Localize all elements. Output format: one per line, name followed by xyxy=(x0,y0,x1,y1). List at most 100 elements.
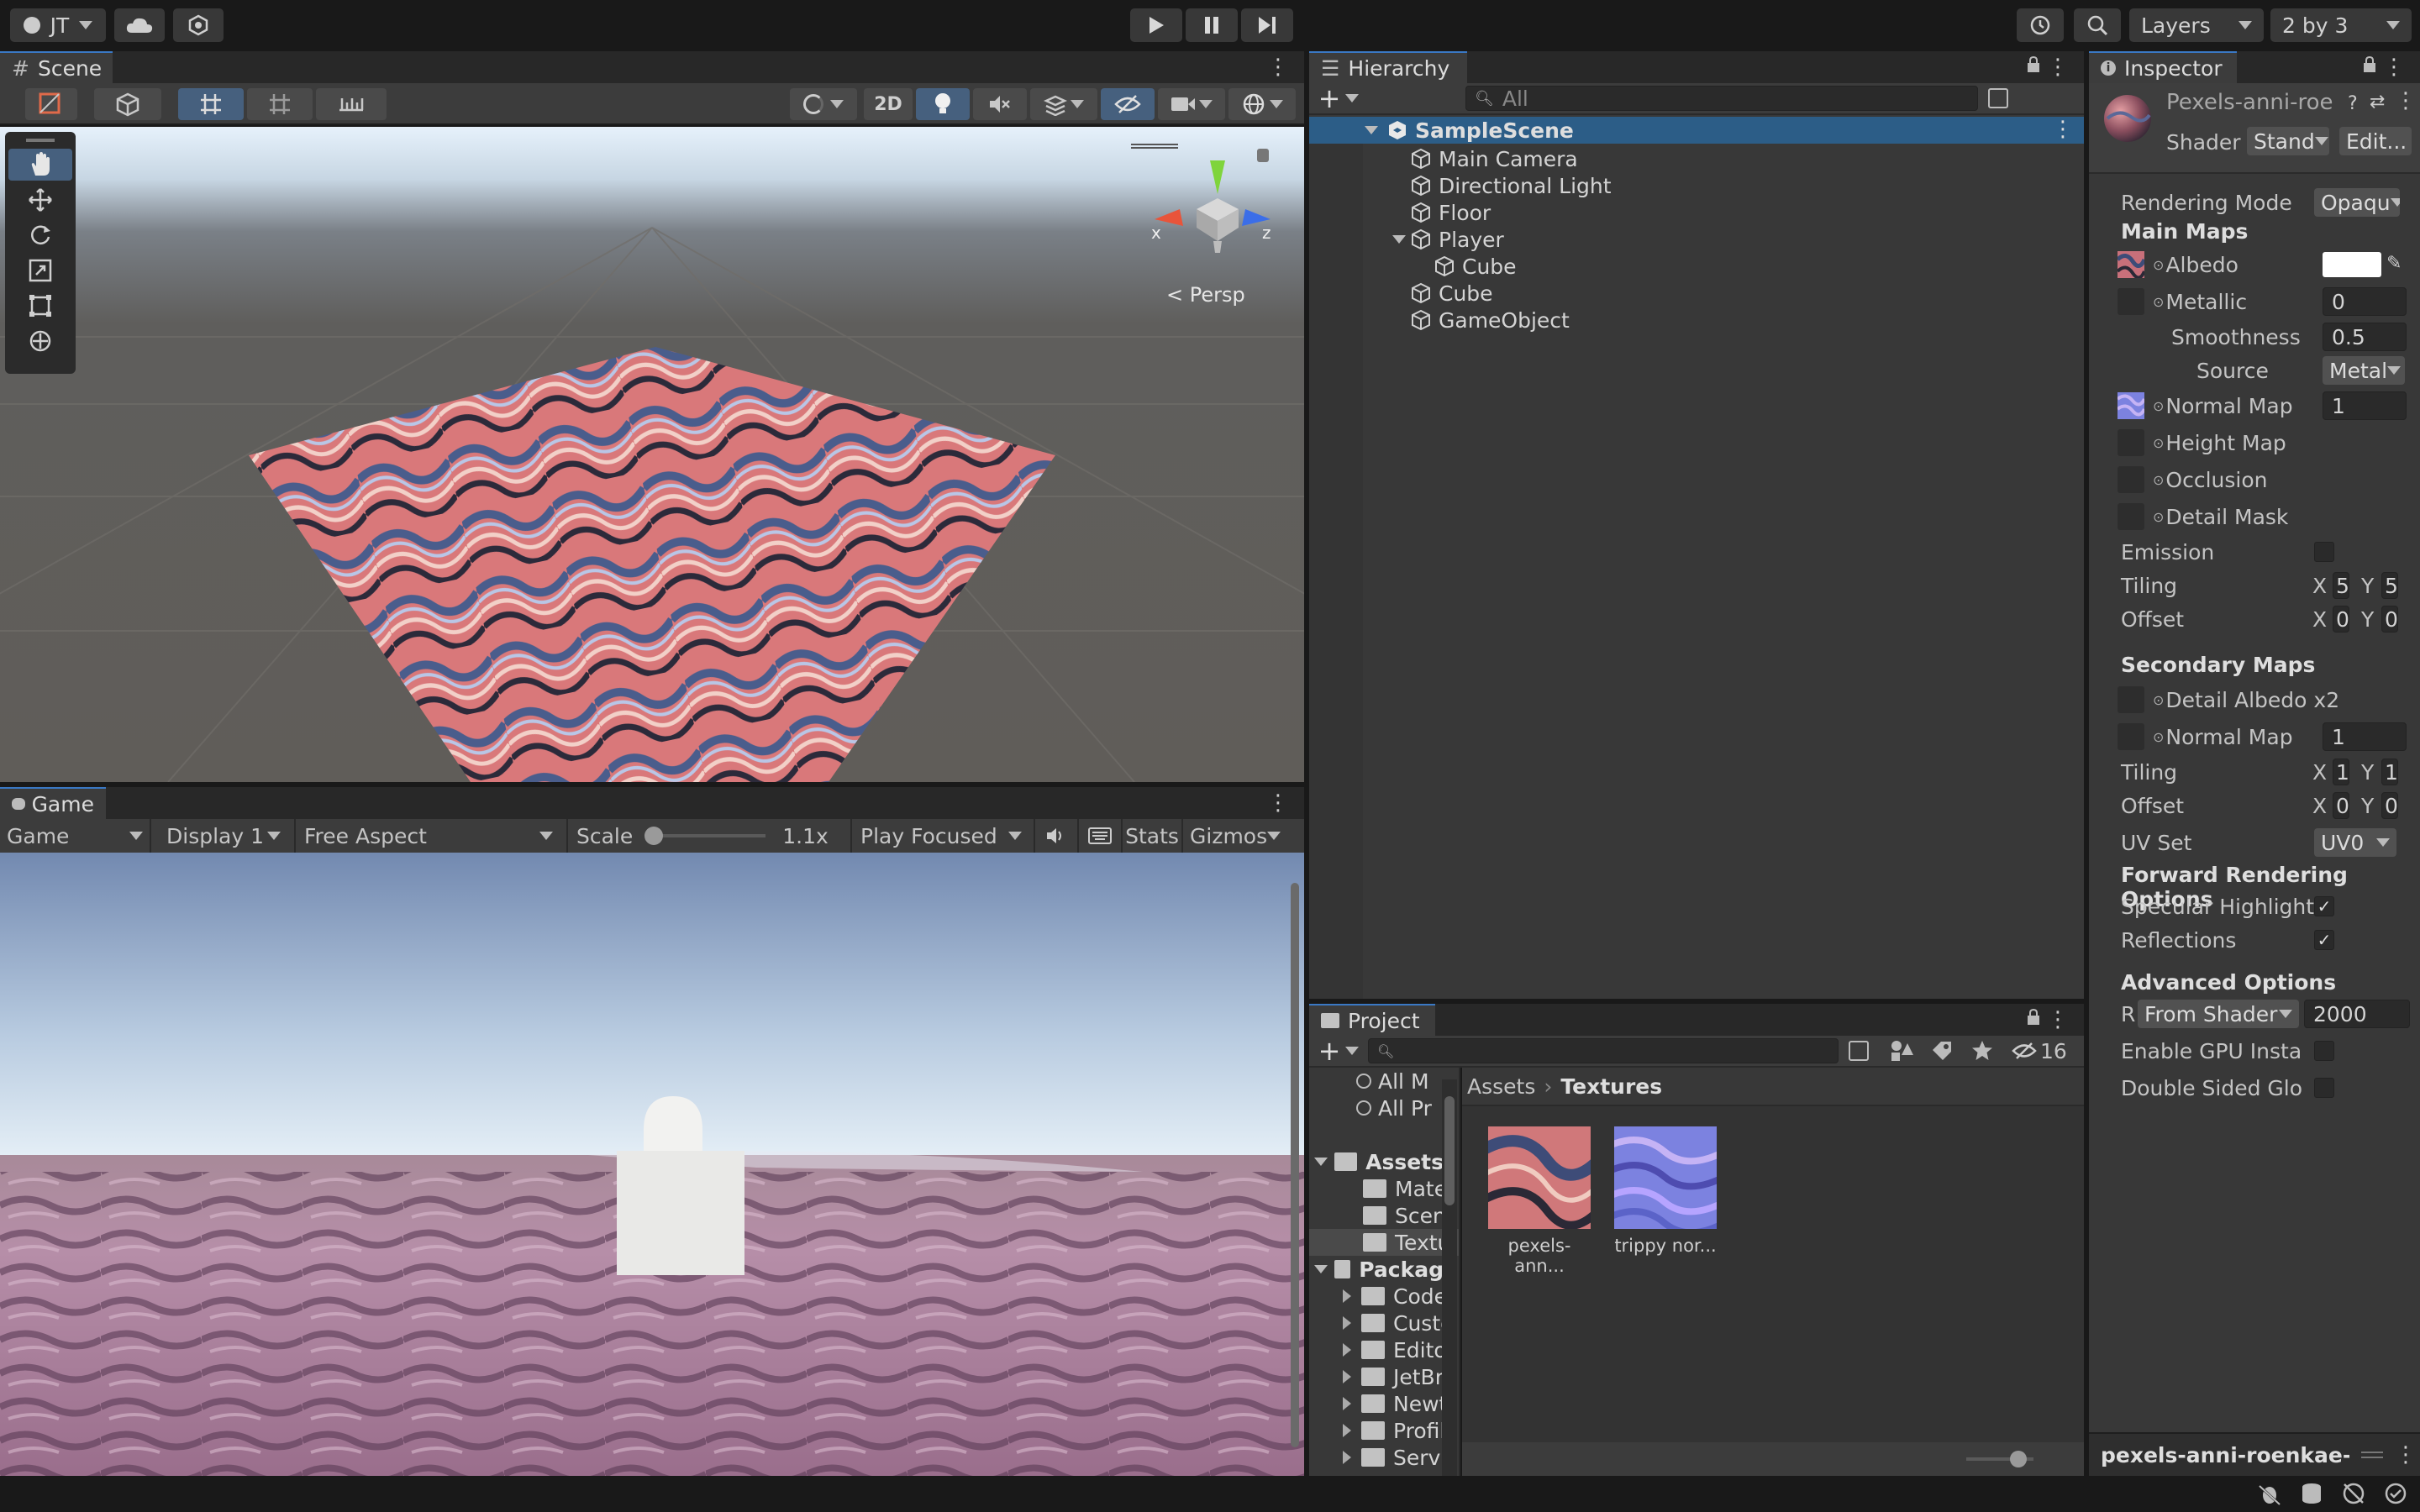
expand-arrow-icon[interactable] xyxy=(1343,1289,1351,1303)
scale-slider-thumb[interactable] xyxy=(644,827,664,845)
shading-mode-button[interactable] xyxy=(790,88,857,120)
secondary-tiling-y-field[interactable]: 1 xyxy=(2381,759,2398,785)
search-popup-icon[interactable] xyxy=(1849,1041,1869,1061)
tiling-y-field[interactable]: 5 xyxy=(2381,572,2398,599)
tree-scroll-thumb[interactable] xyxy=(1444,1096,1455,1205)
rect-tool-button[interactable] xyxy=(8,290,72,322)
secondary-normal-texture-slot[interactable] xyxy=(2118,723,2144,750)
scene-search-icon[interactable] xyxy=(1988,88,2008,108)
reflections-checkbox[interactable]: ✓ xyxy=(2314,930,2334,950)
step-button[interactable] xyxy=(1241,8,1293,42)
tree-folder-item[interactable]: Textu xyxy=(1309,1229,1459,1256)
tab-game[interactable]: Game xyxy=(0,787,106,819)
material-menu-icon[interactable]: ⋮ xyxy=(2395,88,2417,113)
render-queue-value[interactable]: 2000 xyxy=(2304,1000,2410,1028)
asset-trippy-normal[interactable]: trippy nor... xyxy=(1613,1126,1718,1256)
tree-folder-item[interactable]: Custo xyxy=(1309,1310,1459,1336)
scale-slider[interactable] xyxy=(644,827,766,845)
orientation-gizmo[interactable] xyxy=(1146,160,1281,261)
rotate-tool-button[interactable] xyxy=(8,219,72,251)
tree-folder-item[interactable]: Newt xyxy=(1309,1390,1459,1417)
hierarchy-item[interactable]: Cube xyxy=(1309,253,2084,280)
layout-dropdown[interactable]: 2 by 3 xyxy=(2270,8,2412,42)
favorite-search-item[interactable]: All Pr xyxy=(1309,1095,1459,1121)
hierarchy-add-button[interactable]: + xyxy=(1309,82,1368,114)
smoothness-value[interactable]: 0.5 xyxy=(2323,323,2407,351)
specular-highlights-checkbox[interactable]: ✓ xyxy=(2314,896,2334,916)
filter-label-button[interactable] xyxy=(1931,1040,1953,1062)
gizmo-menu-icon[interactable] xyxy=(1131,144,1178,152)
source-dropdown[interactable]: Metal xyxy=(2323,356,2405,385)
shader-dropdown[interactable]: Stand xyxy=(2247,127,2329,155)
double-sided-checkbox[interactable] xyxy=(2314,1078,2334,1098)
emission-checkbox[interactable] xyxy=(2314,542,2334,562)
draw-mode-button[interactable] xyxy=(94,88,161,120)
tree-folder-item[interactable]: Profil xyxy=(1309,1417,1459,1444)
mode-2d-button[interactable]: 2D xyxy=(864,88,913,120)
breadcrumb-textures[interactable]: Textures xyxy=(1560,1074,1662,1099)
tree-folder-item[interactable]: Servi xyxy=(1309,1444,1459,1471)
mute-audio-toggle[interactable] xyxy=(1035,819,1079,853)
albedo-color-field[interactable] xyxy=(2323,252,2381,277)
render-queue-dropdown[interactable]: From Shader xyxy=(2138,1000,2299,1028)
thumbnail-size-thumb[interactable] xyxy=(2010,1451,2027,1467)
picker-dot-icon[interactable]: ⊙ xyxy=(2153,472,2164,488)
preview-drag-handle[interactable] xyxy=(2361,1452,2383,1458)
metallic-texture-slot[interactable] xyxy=(2118,288,2144,315)
scene-menu-icon[interactable]: ⋮ xyxy=(1267,55,1289,80)
drag-handle[interactable] xyxy=(5,132,76,149)
rendering-mode-dropdown[interactable]: Opaqu xyxy=(2314,188,2400,217)
hierarchy-item[interactable]: Floor xyxy=(1309,199,2084,226)
favorite-search-item[interactable]: All M xyxy=(1309,1068,1459,1095)
expand-arrow-icon[interactable] xyxy=(1388,235,1410,244)
lighting-toggle[interactable] xyxy=(916,88,970,120)
scene-viewport[interactable]: x z < Persp xyxy=(0,127,1304,782)
scale-tool-button[interactable] xyxy=(8,255,72,286)
lock-icon[interactable] xyxy=(2363,56,2376,73)
hierarchy-item[interactable]: Player xyxy=(1309,226,2084,253)
pause-button[interactable] xyxy=(1186,8,1238,42)
expand-arrow-icon[interactable] xyxy=(1343,1370,1351,1383)
normal-map-texture-slot[interactable] xyxy=(2118,392,2144,419)
project-menu-icon[interactable]: ⋮ xyxy=(2047,1007,2069,1032)
secondary-tiling-x-field[interactable]: 1 xyxy=(2333,759,2349,785)
tiling-x-field[interactable]: 5 xyxy=(2333,572,2349,599)
effects-button[interactable] xyxy=(1030,88,1097,120)
inspector-menu-icon[interactable]: ⋮ xyxy=(2383,55,2405,80)
hidden-packages-toggle[interactable]: 16 xyxy=(2012,1039,2067,1063)
tab-scene[interactable]: # Scene xyxy=(0,51,113,83)
expand-arrow-icon[interactable] xyxy=(1314,1158,1328,1166)
secondary-offset-x-field[interactable]: 0 xyxy=(2333,792,2349,819)
game-viewport[interactable] xyxy=(0,853,1304,1476)
account-dropdown[interactable]: JT xyxy=(10,8,106,42)
tree-folder-item[interactable]: Mate xyxy=(1309,1175,1459,1202)
picker-dot-icon[interactable]: ⊙ xyxy=(2153,435,2164,451)
game-scrollbar[interactable] xyxy=(1291,883,1299,1447)
scene-row-menu-icon[interactable]: ⋮ xyxy=(2052,117,2074,142)
expand-arrow-icon[interactable] xyxy=(1343,1343,1351,1357)
display-dropdown[interactable]: Display 1 xyxy=(151,819,296,853)
picker-dot-icon[interactable]: ⊙ xyxy=(2153,257,2164,273)
collab-button[interactable] xyxy=(173,8,224,42)
expand-arrow-icon[interactable] xyxy=(1343,1316,1351,1330)
game-menu-icon[interactable]: ⋮ xyxy=(1267,790,1289,816)
secondary-offset-y-field[interactable]: 0 xyxy=(2381,792,2398,819)
hand-tool-button[interactable] xyxy=(8,149,72,181)
hierarchy-item[interactable]: GameObject xyxy=(1309,307,2084,333)
normal-map-value[interactable]: 1 xyxy=(2323,391,2407,420)
tree-folder-item[interactable]: Code xyxy=(1309,1283,1459,1310)
uv-set-dropdown[interactable]: UV0 xyxy=(2314,828,2396,857)
preset-icon[interactable]: ⇄ xyxy=(2370,92,2385,113)
gizmos-dropdown[interactable]: Gizmos xyxy=(1183,819,1281,853)
picker-dot-icon[interactable]: ⊙ xyxy=(2153,729,2164,745)
secondary-normal-map-value[interactable]: 1 xyxy=(2323,722,2407,751)
expand-arrow-icon[interactable] xyxy=(1343,1424,1351,1437)
tool-context-button[interactable] xyxy=(25,88,77,120)
progress-check-icon[interactable] xyxy=(2383,1481,2408,1506)
tree-folder-item[interactable]: JetBr xyxy=(1309,1363,1459,1390)
camera-settings-button[interactable] xyxy=(1158,88,1225,120)
lock-icon[interactable] xyxy=(2027,1009,2040,1026)
offset-y-field[interactable]: 0 xyxy=(2381,606,2398,633)
project-search-input[interactable]: 🔍︎ xyxy=(1368,1038,1839,1063)
tab-inspector[interactable]: i Inspector xyxy=(2089,51,2237,83)
